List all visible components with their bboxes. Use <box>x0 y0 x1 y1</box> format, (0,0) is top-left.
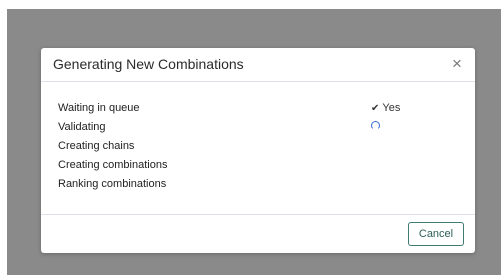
step-label: Validating <box>58 121 106 133</box>
close-icon: × <box>452 54 462 73</box>
dialog-footer: Cancel <box>41 215 475 253</box>
cancel-button[interactable]: Cancel <box>408 222 464 246</box>
dialog-body: Waiting in queue ✔ Yes Validating Creatin… <box>41 82 475 215</box>
step-validating: Validating <box>58 118 438 136</box>
step-creating-chains: Creating chains <box>58 137 438 155</box>
step-waiting-in-queue: Waiting in queue ✔ Yes <box>58 99 438 117</box>
checkmark-icon: ✔ <box>371 103 380 114</box>
step-label: Waiting in queue <box>58 102 140 114</box>
spinner-icon <box>371 121 380 130</box>
step-label: Ranking combinations <box>58 178 167 190</box>
close-button[interactable]: × <box>447 53 467 75</box>
dialog-header: Generating New Combinations × <box>41 48 475 82</box>
step-creating-combinations: Creating combinations <box>58 156 438 174</box>
step-status-text: Yes <box>382 102 401 114</box>
dialog-title: Generating New Combinations <box>53 56 244 72</box>
step-label: Creating combinations <box>58 159 168 171</box>
step-status-done: ✔ Yes <box>371 99 400 118</box>
step-ranking-combinations: Ranking combinations <box>58 175 438 193</box>
step-label: Creating chains <box>58 140 135 152</box>
generating-combinations-dialog: Generating New Combinations × Waiting in… <box>41 48 475 253</box>
